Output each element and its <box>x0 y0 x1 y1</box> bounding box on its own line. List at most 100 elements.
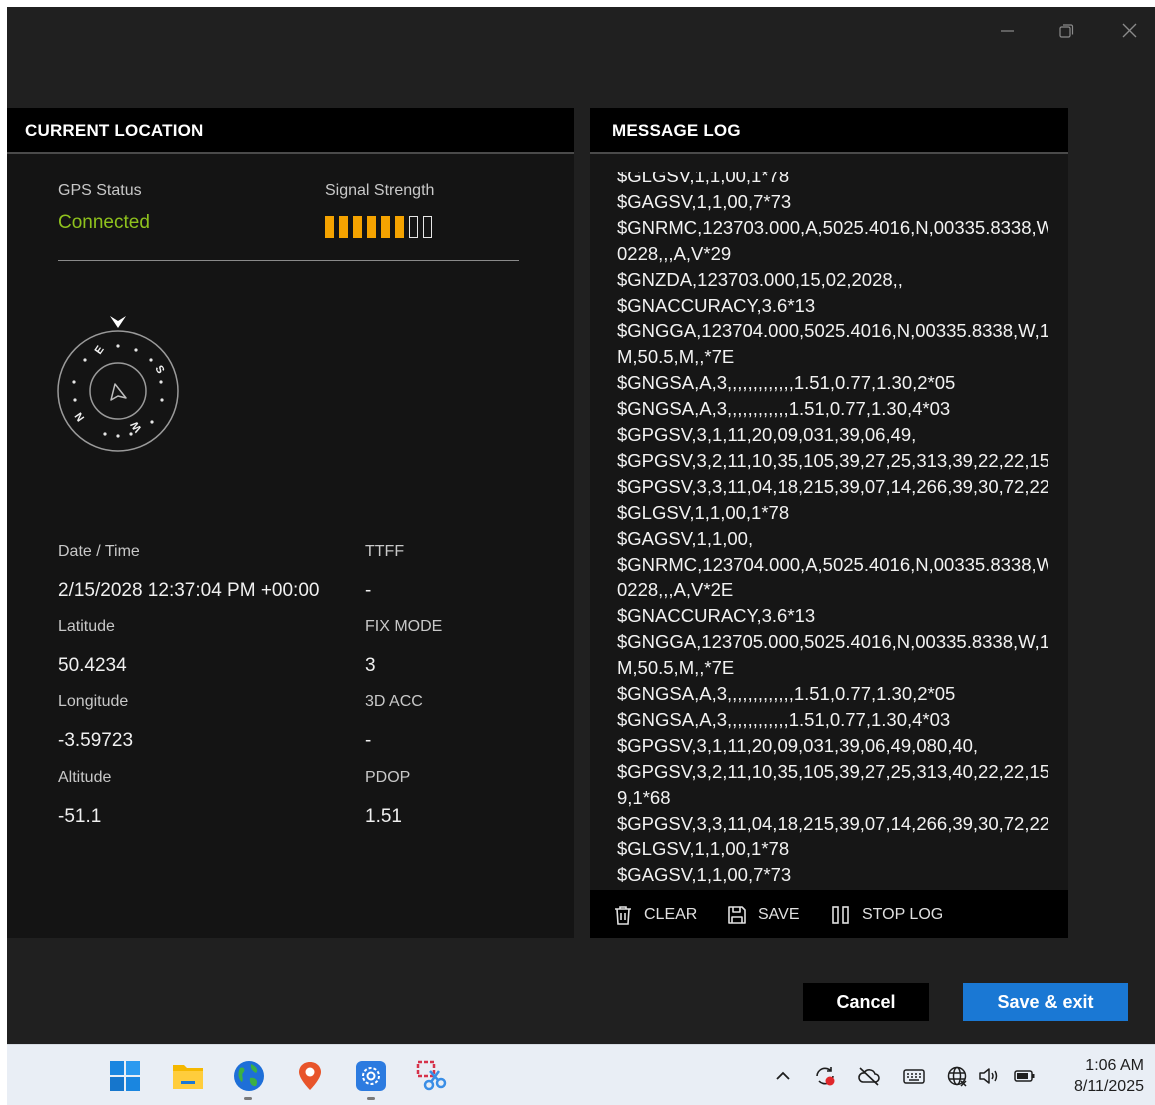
log-line: 9,1*68 <box>617 786 671 808</box>
latitude-label: Latitude <box>58 618 115 635</box>
clock-date: 8/11/2025 <box>1074 1078 1144 1095</box>
pdop-label: PDOP <box>365 769 411 786</box>
cloud-off-icon[interactable] <box>857 1065 881 1087</box>
app-window: CURRENT LOCATION GPS Status Connected Si… <box>7 7 1155 1044</box>
keyboard-icon[interactable] <box>902 1065 926 1087</box>
signal-bar-filled <box>381 216 390 238</box>
3d-acc-label: 3D ACC <box>365 693 423 710</box>
log-line: $GPGSV,3,2,11,10,35,105,39,27,25,313,39,… <box>617 449 1048 471</box>
pdop-value: 1.51 <box>365 806 402 827</box>
close-button[interactable] <box>1109 17 1149 45</box>
compass-pointer-icon <box>110 316 126 328</box>
log-panel-title: MESSAGE LOG <box>612 121 741 140</box>
log-line: $GAGSV,1,1,00, <box>617 527 754 549</box>
signal-strength-label: Signal Strength <box>325 182 435 199</box>
cancel-button[interactable]: Cancel <box>803 983 929 1021</box>
minimize-icon <box>1001 30 1014 32</box>
log-line: $GNGSA,A,3,,,,,,,,,,,,,1.51,0.77,1.30,2*… <box>617 683 956 704</box>
log-line: $GNZDA,123703.000,15,02,2028,, <box>617 268 903 290</box>
signal-bar-empty <box>423 216 432 238</box>
ttff-label: TTFF <box>365 543 405 560</box>
svg-text:W: W <box>128 418 144 434</box>
log-line: $GPGSV,3,2,11,10,35,105,39,27,25,313,40,… <box>617 760 1048 782</box>
save-icon <box>728 906 746 924</box>
message-log-panel: MESSAGE LOG $GLGSV,1,1,00,1*78 $GAGSV,1,1… <box>590 108 1068 938</box>
ttff-value: - <box>365 580 372 601</box>
longitude-label: Longitude <box>58 693 129 710</box>
stop-log-button[interactable]: STOP LOG <box>830 903 943 927</box>
altitude-value: -51.1 <box>58 806 102 827</box>
running-indicator <box>367 1097 375 1100</box>
3d-acc-value: - <box>365 730 372 751</box>
log-line: $GNRMC,123704.000,A,5025.4016,N,00335.83… <box>617 553 1048 575</box>
settings-app-icon[interactable] <box>354 1059 388 1093</box>
divider <box>58 260 519 261</box>
globe-app-icon[interactable] <box>232 1059 266 1093</box>
save-label: SAVE <box>758 906 800 923</box>
gps-status-label: GPS Status <box>58 182 142 199</box>
signal-bar-filled <box>339 216 348 238</box>
battery-icon[interactable] <box>1013 1065 1037 1087</box>
save-exit-label: Save & exit <box>997 991 1094 1012</box>
log-line: $GLGSV,1,1,00,1*78 <box>617 838 790 860</box>
location-panel-title: CURRENT LOCATION <box>25 121 204 140</box>
log-line: M,50.5,M,,*7E <box>617 657 735 679</box>
log-panel-header: MESSAGE LOG <box>590 108 1068 154</box>
speaker-icon[interactable] <box>977 1065 1001 1087</box>
restore-icon <box>1059 24 1074 38</box>
signal-bar-filled <box>325 216 334 238</box>
log-line: $GLGSV,1,1,00,1*78 <box>617 501 790 523</box>
log-line: $GPGSV,3,1,11,20,09,031,39,06,49, <box>617 424 917 445</box>
heading-arrow-icon <box>110 383 127 401</box>
svg-text:E: E <box>93 344 107 357</box>
snipping-tool-icon[interactable] <box>415 1059 449 1093</box>
restore-button[interactable] <box>1046 17 1086 45</box>
pause-icon <box>832 906 849 924</box>
log-line: $GNACCURACY,3.6*13 <box>617 605 816 627</box>
gps-status-value: Connected <box>58 212 150 233</box>
sync-error-icon[interactable] <box>813 1065 837 1087</box>
longitude-value: -3.59723 <box>58 730 134 751</box>
message-log-list[interactable]: $GLGSV,1,1,00,1*78 $GAGSV,1,1,00,7*73 $GNR… <box>590 172 1048 890</box>
minimize-button[interactable] <box>988 17 1028 45</box>
latitude-value: 50.4234 <box>58 655 127 676</box>
clock[interactable]: 1:06 AM 8/11/2025 <box>1052 1055 1144 1097</box>
signal-bar-filled <box>395 216 404 238</box>
clear-log-button[interactable]: CLEAR <box>612 903 697 927</box>
svg-text:S: S <box>152 364 166 376</box>
save-log-button[interactable]: SAVE <box>726 903 800 927</box>
log-line: 0228,,,A,V*2E <box>617 579 734 601</box>
maps-pin-icon[interactable] <box>293 1059 327 1093</box>
altitude-label: Altitude <box>58 769 112 786</box>
log-line: $GNGSA,A,3,,,,,,,,,,,,1.51,0.77,1.30,4*0… <box>617 708 951 730</box>
compass-icon: E S W N <box>57 316 179 452</box>
log-toolbar: CLEAR SAVE STOP LOG <box>590 890 1068 938</box>
log-line: $GNGSA,A,3,,,,,,,,,,,,1.51,0.77,1.30,4*0… <box>617 398 951 420</box>
log-line: $GNACCURACY,3.6*13 <box>617 294 816 316</box>
stop-log-label: STOP LOG <box>862 906 944 923</box>
close-icon <box>1122 23 1137 38</box>
network-globe-icon[interactable] <box>946 1065 970 1087</box>
log-line: $GNGGA,123704.000,5025.4016,N,00335.8338… <box>617 320 1048 342</box>
signal-bar-filled <box>367 216 376 238</box>
signal-strength-meter <box>325 216 432 238</box>
fix-mode-label: FIX MODE <box>365 618 443 635</box>
current-location-panel: CURRENT LOCATION GPS Status Connected Si… <box>7 108 574 938</box>
signal-bar-filled <box>353 216 362 238</box>
file-explorer-icon[interactable] <box>171 1059 205 1093</box>
log-line: $GLGSV,1,1,00,1*78 <box>617 172 790 186</box>
fix-mode-value: 3 <box>365 655 376 676</box>
taskbar: 1:06 AM 8/11/2025 <box>7 1044 1155 1105</box>
save-exit-button[interactable]: Save & exit <box>963 983 1128 1021</box>
datetime-value: 2/15/2028 12:37:04 PM +00:00 <box>58 580 320 601</box>
chevron-up-icon[interactable] <box>771 1065 795 1087</box>
log-line: $GAGSV,1,1,00,7*73 <box>617 190 792 212</box>
clock-time: 1:06 AM <box>1085 1057 1144 1074</box>
signal-bar-empty <box>409 216 418 238</box>
windows-start-icon[interactable] <box>108 1059 142 1093</box>
log-line: 0228,,,A,V*29 <box>617 242 732 264</box>
log-line: $GPGSV,3,3,11,04,18,215,39,07,14,266,39,… <box>617 812 1048 834</box>
trash-icon <box>615 906 631 925</box>
svg-text:N: N <box>72 411 86 424</box>
cancel-label: Cancel <box>836 991 896 1012</box>
